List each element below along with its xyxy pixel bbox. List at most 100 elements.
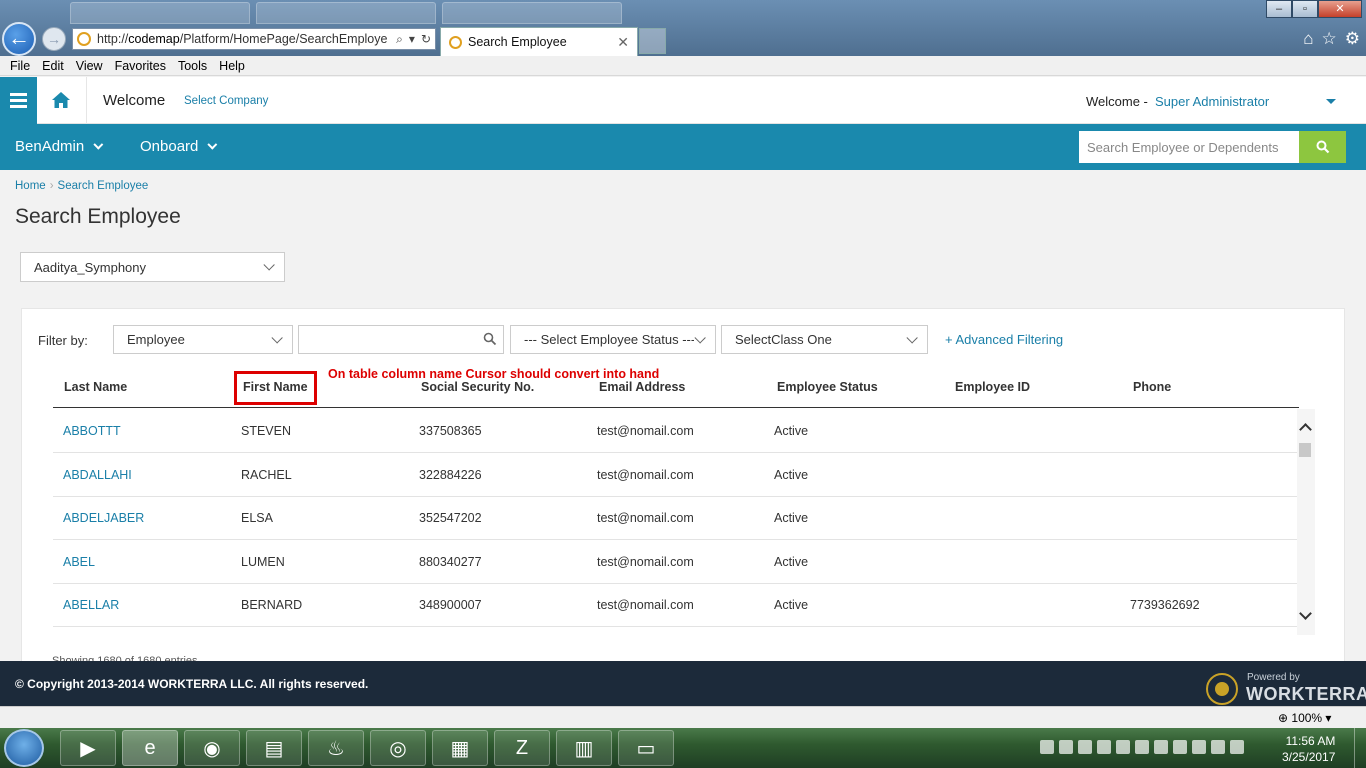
user-menu[interactable]: Super Administrator <box>1155 94 1269 109</box>
tray-icon[interactable] <box>1211 740 1225 754</box>
company-selected-value: Aaditya_Symphony <box>34 259 147 275</box>
search-panel: Filter by: Employee --- Select Employee … <box>21 308 1345 668</box>
column-header-status[interactable]: Employee Status <box>777 380 878 394</box>
column-header-ssn[interactable]: Social Security No. <box>421 380 534 394</box>
dropdown-icon[interactable]: ▾ <box>409 32 415 46</box>
column-header-employee-id[interactable]: Employee ID <box>955 380 1030 394</box>
table-row[interactable]: ABELLAR BERNARD 348900007 test@nomail.co… <box>53 583 1297 627</box>
tray-icon[interactable] <box>1135 740 1149 754</box>
page-title: Search Employee <box>15 205 181 228</box>
scroll-up-icon[interactable] <box>1299 423 1312 436</box>
show-desktop-button[interactable] <box>1354 728 1366 768</box>
menu-view[interactable]: View <box>70 59 109 73</box>
table-scrollbar[interactable] <box>1297 409 1315 635</box>
zoom-value: 100% <box>1291 711 1323 725</box>
url-domain: codemap <box>128 32 180 46</box>
table-row[interactable]: ABDELJABER ELSA 352547202 test@nomail.co… <box>53 496 1297 540</box>
home-icon[interactable]: ⌂ <box>1303 29 1313 49</box>
zoom-level[interactable]: ⊕ 100% ▾ <box>1278 711 1331 725</box>
tray-icon[interactable] <box>1192 740 1206 754</box>
cell-last-name[interactable]: ABBOTTT <box>63 424 121 438</box>
cell-status: Active <box>774 598 809 612</box>
flame-app-icon[interactable]: ♨ <box>308 730 364 766</box>
minimize-button[interactable]: – <box>1266 0 1292 18</box>
cell-first-name: BERNARD <box>241 598 303 612</box>
menu-favorites[interactable]: Favorites <box>109 59 172 73</box>
tray-icon[interactable] <box>1059 740 1073 754</box>
background-tab[interactable] <box>256 2 436 24</box>
cell-email: test@nomail.com <box>597 598 694 612</box>
company-dropdown[interactable]: Aaditya_Symphony <box>20 252 285 282</box>
chevron-down-icon <box>263 259 275 271</box>
tray-icon[interactable] <box>1116 740 1130 754</box>
employee-status-dropdown[interactable]: --- Select Employee Status --- <box>510 325 716 354</box>
caret-down-icon[interactable] <box>1326 99 1336 104</box>
browser-tab[interactable]: Search Employee ✕ <box>440 27 638 56</box>
tray-icon[interactable] <box>1040 740 1054 754</box>
filter-search-input[interactable] <box>298 325 504 354</box>
cell-last-name[interactable]: ABDALLAHI <box>63 468 132 482</box>
tab-close-icon[interactable]: ✕ <box>617 34 629 51</box>
close-button[interactable]: ✕ <box>1318 0 1362 18</box>
welcome-title: Welcome <box>103 92 166 109</box>
start-button[interactable] <box>4 729 44 767</box>
system-clock[interactable]: 11:56 AM 3/25/2017 <box>1282 733 1335 765</box>
scroll-thumb[interactable] <box>1299 443 1311 457</box>
chevron-down-icon <box>93 139 104 150</box>
advanced-filtering-link[interactable]: + Advanced Filtering <box>945 332 1063 347</box>
column-header-last-name[interactable]: Last Name <box>64 380 127 394</box>
z-app-icon[interactable]: Z <box>494 730 550 766</box>
firefox-icon[interactable]: ◉ <box>184 730 240 766</box>
refresh-icon[interactable]: ↻ <box>421 32 431 46</box>
cell-last-name[interactable]: ABELLAR <box>63 598 119 612</box>
breadcrumb-current[interactable]: Search Employee <box>58 180 149 192</box>
maximize-button[interactable]: ▫ <box>1292 0 1318 18</box>
cell-last-name[interactable]: ABDELJABER <box>63 511 144 525</box>
search-icon[interactable]: ⌕ <box>396 32 403 47</box>
address-url[interactable]: http://codemap/Platform/HomePage/SearchE… <box>97 32 390 46</box>
forward-button[interactable]: → <box>42 27 66 51</box>
tray-icon[interactable] <box>1078 740 1092 754</box>
column-header-email[interactable]: Email Address <box>599 380 685 394</box>
column-header-phone[interactable]: Phone <box>1133 380 1171 394</box>
volume-icon[interactable] <box>1230 740 1244 754</box>
settings-gear-icon[interactable]: ⚙ <box>1345 29 1360 49</box>
select-company-link[interactable]: Select Company <box>184 95 268 107</box>
tray-icon[interactable] <box>1173 740 1187 754</box>
table-row[interactable]: ABBOTTT STEVEN 337508365 test@nomail.com… <box>53 409 1297 453</box>
app-header: Welcome Select Company Welcome - Super A… <box>0 77 1366 124</box>
breadcrumb-home[interactable]: Home <box>15 180 46 192</box>
employee-search-input[interactable] <box>1079 131 1299 163</box>
filter-type-dropdown[interactable]: Employee <box>113 325 293 354</box>
search-icon[interactable] <box>483 332 497 346</box>
scroll-down-icon[interactable] <box>1299 607 1312 620</box>
favorites-star-icon[interactable]: ☆ <box>1322 29 1337 49</box>
new-tab-button[interactable] <box>639 28 666 54</box>
class-dropdown[interactable]: SelectClass One <box>721 325 928 354</box>
hamburger-menu-icon[interactable] <box>0 77 37 124</box>
back-button[interactable]: ← <box>2 22 36 56</box>
notepad-icon[interactable]: ▤ <box>246 730 302 766</box>
search-button[interactable] <box>1299 131 1346 163</box>
home-icon[interactable] <box>51 91 71 109</box>
menu-help[interactable]: Help <box>213 59 251 73</box>
table-row[interactable]: ABDALLAHI RACHEL 322884226 test@nomail.c… <box>53 453 1297 497</box>
table-row[interactable]: ABEL LUMEN 880340277 test@nomail.com Act… <box>53 540 1297 584</box>
menu-edit[interactable]: Edit <box>36 59 70 73</box>
sticky-notes-icon[interactable]: ▦ <box>432 730 488 766</box>
media-player-icon[interactable]: ▶ <box>60 730 116 766</box>
tray-icon[interactable] <box>1097 740 1111 754</box>
background-tab[interactable] <box>442 2 622 24</box>
address-bar[interactable]: http://codemap/Platform/HomePage/SearchE… <box>72 28 436 50</box>
cell-last-name[interactable]: ABEL <box>63 555 95 569</box>
menu-tools[interactable]: Tools <box>172 59 213 73</box>
internet-explorer-icon[interactable]: e <box>122 730 178 766</box>
excel-icon[interactable]: ▥ <box>556 730 612 766</box>
chrome-icon[interactable]: ◎ <box>370 730 426 766</box>
background-tab[interactable] <box>70 2 250 24</box>
tray-icon[interactable] <box>1154 740 1168 754</box>
file-explorer-icon[interactable]: ▭ <box>618 730 674 766</box>
nav-benadmin[interactable]: BenAdmin <box>15 138 104 155</box>
nav-onboard[interactable]: Onboard <box>140 138 218 155</box>
menu-file[interactable]: File <box>4 59 36 73</box>
